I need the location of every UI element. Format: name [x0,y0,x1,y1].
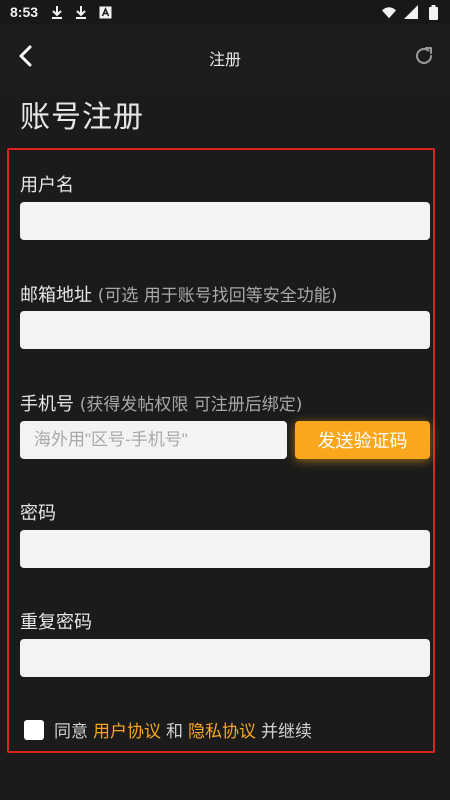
send-code-button[interactable]: 发送验证码 [295,421,430,459]
phone-hint: (获得发帖权限 可注册后绑定) [79,395,303,415]
confirm-password-label: 重复密码 [20,608,92,634]
agreement-suffix: 并继续 [261,722,312,742]
phone-label-text: 手机号 [20,394,74,415]
a-box-icon [98,5,112,19]
notification-icons [50,5,112,19]
status-time: 8:53 [10,4,39,20]
toolbar-title: 注册 [208,50,241,69]
agreement-prefix: 同意 [54,722,88,742]
agreement-and: 和 [166,722,183,742]
system-icons [382,4,440,20]
username-label-text: 用户名 [20,175,74,196]
password-input[interactable] [20,530,430,568]
app-toolbar: 注册 [0,24,450,92]
wifi-icon [382,5,396,19]
email-hint: (可选 用于账号找回等安全功能) [97,286,338,306]
agreement-row: 同意 用户协议 和 隐私协议 并继续 [24,717,317,742]
confirm-password-label-text: 重复密码 [20,612,92,633]
battery-icon [426,4,440,20]
download-icon [74,5,88,19]
signal-icon [404,5,418,19]
refresh-icon [413,45,435,71]
back-button[interactable] [12,44,40,72]
password-label-text: 密码 [20,503,56,524]
username-input[interactable] [20,202,430,240]
email-input[interactable] [20,311,430,349]
agree-checkbox[interactable] [24,719,44,740]
username-label: 用户名 [20,171,74,197]
phone-label: 手机号 (获得发帖权限 可注册后绑定) [20,390,302,416]
user-agreement-link[interactable]: 用户协议 [93,717,161,742]
password-label: 密码 [20,499,56,525]
confirm-password-input[interactable] [20,639,430,677]
email-label: 邮箱地址 (可选 用于账号找回等安全功能) [20,281,337,307]
refresh-button[interactable] [410,44,438,72]
back-arrow-icon [18,45,34,71]
privacy-policy-link[interactable]: 隐私协议 [188,717,256,742]
page-title: 账号注册 [20,100,144,135]
status-bar: 8:53 [0,0,450,24]
download-icon [50,5,64,19]
phone-input[interactable] [20,421,287,459]
email-label-text: 邮箱地址 [20,285,92,306]
